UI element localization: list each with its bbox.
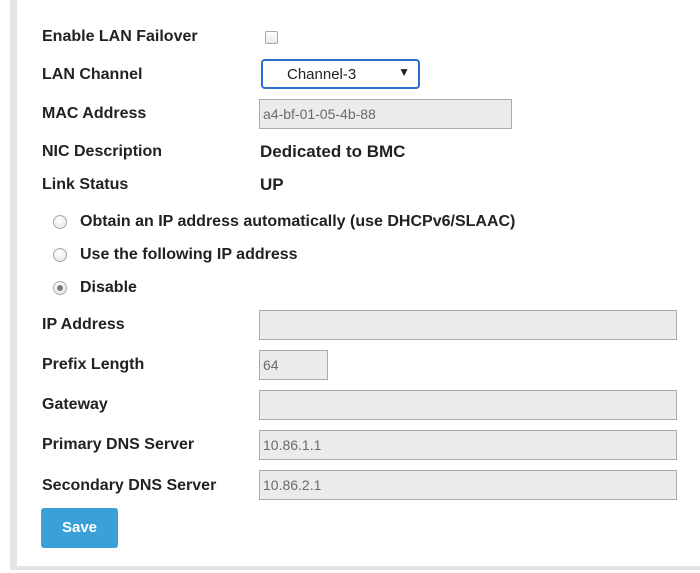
disable-radio[interactable] [53, 281, 67, 295]
static-ip-radio[interactable] [53, 248, 67, 262]
disable-radio-label: Disable [80, 279, 137, 296]
lan-channel-label: LAN Channel [42, 66, 143, 83]
secondary-dns-field[interactable]: 10.86.2.1 [259, 470, 677, 500]
ip-address-label: IP Address [42, 316, 125, 333]
primary-dns-label: Primary DNS Server [42, 436, 195, 453]
dhcp-radio[interactable] [53, 215, 67, 229]
primary-dns-field[interactable]: 10.86.1.1 [259, 430, 677, 460]
static-ip-radio-label: Use the following IP address [80, 246, 298, 263]
lan-channel-select[interactable]: Channel-3 ▼ [261, 59, 420, 89]
secondary-dns-label: Secondary DNS Server [42, 477, 217, 494]
panel-left-border [10, 0, 17, 568]
network-settings-form: Enable LAN Failover LAN Channel Channel-… [17, 0, 700, 566]
ip-address-field[interactable] [259, 310, 677, 340]
link-status-value: UP [260, 175, 284, 194]
dhcp-radio-label: Obtain an IP address automatically (use … [80, 213, 516, 230]
link-status-label: Link Status [42, 176, 129, 193]
caret-down-icon: ▼ [398, 65, 410, 79]
nic-description-value: Dedicated to BMC [260, 142, 406, 161]
enable-lan-failover-checkbox[interactable] [265, 31, 278, 44]
prefix-length-label: Prefix Length [42, 356, 145, 373]
gateway-field[interactable] [259, 390, 677, 420]
mac-address-label: MAC Address [42, 105, 147, 122]
nic-description-label: NIC Description [42, 143, 163, 160]
enable-lan-failover-label: Enable LAN Failover [42, 28, 198, 45]
mac-address-field[interactable]: a4-bf-01-05-4b-88 [259, 99, 512, 129]
prefix-length-field[interactable]: 64 [259, 350, 328, 380]
panel-bottom-border [10, 566, 700, 570]
lan-channel-selected-value: Channel-3 [287, 66, 357, 83]
gateway-label: Gateway [42, 396, 108, 413]
save-button[interactable]: Save [41, 508, 118, 548]
